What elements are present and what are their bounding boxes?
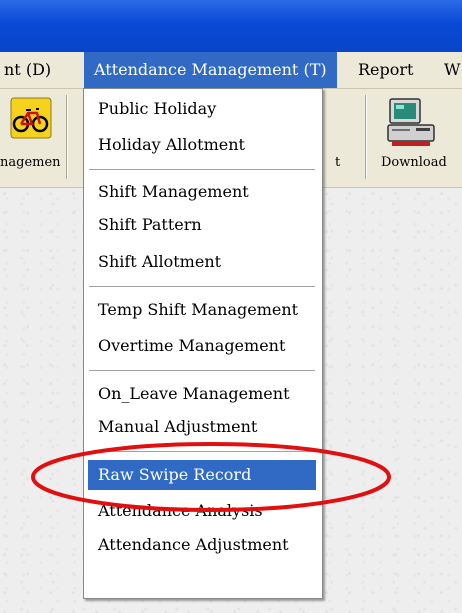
toolbar-separator bbox=[66, 95, 68, 179]
menu-separator bbox=[89, 451, 315, 453]
toolbar-button-download[interactable]: Download bbox=[368, 89, 460, 187]
attendance-management-dropdown: Public Holiday Holiday Allotment Shift M… bbox=[83, 88, 323, 599]
window-title-bar bbox=[0, 0, 462, 52]
bicycle-icon bbox=[10, 97, 52, 139]
toolbar-button-management[interactable]: nagemen bbox=[0, 89, 64, 187]
menu-item-on-leave-management[interactable]: On_Leave Management bbox=[88, 379, 316, 409]
menu-bar: nt (D) Attendance Management (T) Report … bbox=[0, 52, 462, 89]
menu-item-shift-management[interactable]: Shift Management bbox=[88, 177, 316, 207]
menu-item-attendance-analysis[interactable]: Attendance Analysis bbox=[88, 496, 316, 526]
menu-item-report[interactable]: Report bbox=[358, 52, 413, 88]
menu-separator bbox=[89, 370, 315, 372]
menu-item-overtime-management[interactable]: Overtime Management bbox=[88, 331, 316, 361]
toolbar-button-hidden[interactable]: t bbox=[323, 89, 359, 187]
toolbar-separator bbox=[365, 95, 367, 179]
menu-item-shift-pattern[interactable]: Shift Pattern bbox=[88, 210, 316, 240]
menu-item-w[interactable]: W bbox=[444, 52, 460, 88]
menu-item-attendance-adjustment[interactable]: Attendance Adjustment bbox=[88, 530, 316, 560]
toolbar-button-label: t bbox=[335, 155, 341, 170]
menu-item-partial-d[interactable]: nt (D) bbox=[4, 52, 51, 88]
menu-item-public-holiday[interactable]: Public Holiday bbox=[88, 94, 316, 124]
menu-item-attendance-management[interactable]: Attendance Management (T) bbox=[84, 52, 337, 88]
menu-item-shift-allotment[interactable]: Shift Allotment bbox=[88, 247, 316, 277]
menu-item-manual-adjustment[interactable]: Manual Adjustment bbox=[88, 412, 316, 442]
menu-separator bbox=[89, 286, 315, 288]
toolbar-button-label: nagemen bbox=[0, 155, 61, 170]
computer-download-icon bbox=[386, 97, 436, 149]
menu-item-raw-swipe-record[interactable]: Raw Swipe Record bbox=[88, 460, 316, 490]
menu-separator bbox=[89, 169, 315, 171]
menu-item-holiday-allotment[interactable]: Holiday Allotment bbox=[88, 130, 316, 160]
toolbar-button-label: Download bbox=[381, 155, 447, 170]
menu-item-temp-shift-management[interactable]: Temp Shift Management bbox=[88, 295, 316, 325]
